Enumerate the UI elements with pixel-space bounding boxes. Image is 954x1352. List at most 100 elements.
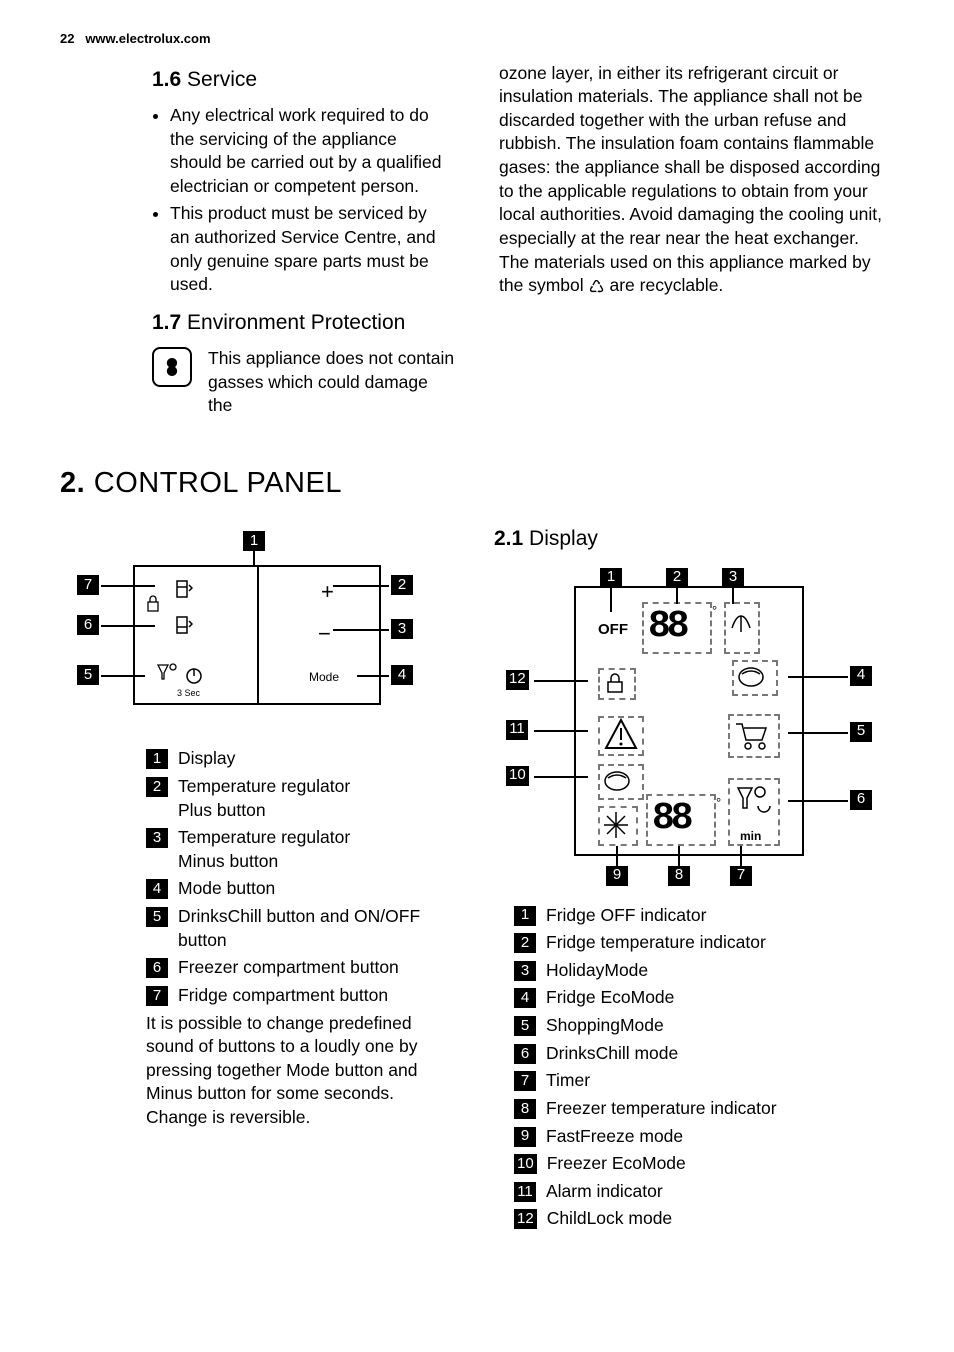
d-leg-1: Fridge OFF indicator [546, 904, 894, 928]
d-callout-7: 7 [730, 866, 752, 886]
panel-leg-1: Display [178, 747, 450, 771]
env-text-right-post: are recyclable. [605, 275, 724, 295]
env-text-right-pre: ozone layer, in either its refrigerant c… [499, 63, 882, 296]
d-callout-9: 9 [606, 866, 628, 886]
panel-legend: 1Display 2Temperature regulator Plus but… [146, 747, 450, 1007]
display-legend-row: 6DrinksChill mode [514, 1042, 894, 1066]
d-callout-12: 12 [506, 670, 529, 690]
panel-leg-7: Fridge compartment button [178, 984, 450, 1008]
panel-diagram: 1 3 Sec [65, 531, 445, 731]
min-label: min [740, 828, 761, 844]
childlock-icon [602, 670, 628, 703]
d-callout-1: 1 [600, 568, 622, 588]
sectitle-1-7: Environment Protection [187, 311, 405, 334]
display-box: OFF 88 ° [574, 586, 804, 856]
panel-leg-6: Freezer compartment button [178, 956, 450, 980]
mode-label: Mode [309, 669, 339, 685]
panel-leg-2: Temperature regulator Plus button [178, 775, 450, 822]
lock-icon-small [145, 593, 161, 619]
panel-legend-row: 5DrinksChill button and ON/OFF button [146, 905, 450, 952]
callout-2: 2 [391, 575, 413, 595]
freezer-icon [171, 615, 193, 643]
panel-legend-row: 3Temperature regulator Minus button [146, 826, 450, 873]
d-callout-2: 2 [666, 568, 688, 588]
service-bullet-2: This product must be serviced by an auth… [170, 202, 455, 297]
display-legend-row: 8Freezer temperature indicator [514, 1097, 894, 1121]
plus-symbol: + [321, 577, 334, 607]
d-callout-10: 10 [506, 766, 529, 786]
display-diagram: OFF 88 ° [494, 568, 894, 888]
panel-legend-row: 4Mode button [146, 877, 450, 901]
d-leg-7: Timer [546, 1069, 894, 1093]
drinkschill-icon [155, 661, 181, 689]
env-text-right: ozone layer, in either its refrigerant c… [499, 62, 894, 300]
drinkschill-mode-icon [732, 782, 772, 825]
alarm-icon [602, 716, 640, 759]
panel-legend-row: 2Temperature regulator Plus button [146, 775, 450, 822]
display-legend: 1Fridge OFF indicator 2Fridge temperatur… [514, 904, 894, 1232]
panel-legend-row: 1Display [146, 747, 450, 771]
callout-5: 5 [77, 665, 99, 685]
heading-1-6: 1.6 Service [152, 66, 455, 94]
heading-1-7: 1.7 Environment Protection [152, 309, 455, 337]
secnum-1-6: 1.6 [152, 68, 181, 91]
shopping-icon [732, 718, 772, 759]
panel-legend-row: 6Freezer compartment button [146, 956, 450, 980]
freezer-eco-icon [602, 766, 636, 803]
d-callout-11: 11 [506, 720, 528, 740]
freezer-temp-seg: 88 [652, 793, 690, 844]
page-number: 22 [60, 31, 74, 46]
d-leg-6: DrinksChill mode [546, 1042, 894, 1066]
d-leg-11: Alarm indicator [546, 1180, 894, 1204]
env-text-left: This appliance does not contain gasses w… [208, 347, 455, 418]
callout-3: 3 [391, 619, 413, 639]
panel-leg-3: Temperature regulator Minus button [178, 826, 450, 873]
display-legend-row: 5ShoppingMode [514, 1014, 894, 1038]
d-leg-5: ShoppingMode [546, 1014, 894, 1038]
secnum-2: 2. [60, 467, 85, 499]
secnum-2-1: 2.1 [494, 527, 523, 550]
upper-columns: 1.6 Service Any electrical work required… [60, 62, 894, 419]
three-sec-label: 3 Sec [177, 687, 200, 699]
d-leg-8: Freezer temperature indicator [546, 1097, 894, 1121]
d-leg-2: Fridge temperature indicator [546, 931, 894, 955]
header-url: www.electrolux.com [85, 31, 210, 46]
service-bullet-1: Any electrical work required to do the s… [170, 104, 455, 199]
fastfreeze-icon [600, 810, 632, 847]
upper-col-left: 1.6 Service Any electrical work required… [60, 62, 455, 419]
off-label: OFF [598, 620, 628, 640]
lower-columns: 1 3 Sec [60, 525, 894, 1235]
display-legend-row: 12ChildLock mode [514, 1207, 894, 1231]
heading-2: 2. CONTROL PANEL [60, 464, 894, 503]
d-leg-9: FastFreeze mode [546, 1125, 894, 1149]
d-callout-4: 4 [850, 666, 872, 686]
fridge-temp-seg: 88 [648, 601, 686, 652]
secnum-1-7: 1.7 [152, 311, 181, 334]
d-callout-8: 8 [668, 866, 690, 886]
env-row: This appliance does not contain gasses w… [152, 347, 455, 418]
display-legend-row: 4Fridge EcoMode [514, 986, 894, 1010]
d-leg-12: ChildLock mode [547, 1207, 894, 1231]
d-leg-4: Fridge EcoMode [546, 986, 894, 1010]
d-callout-5: 5 [850, 722, 872, 742]
display-legend-row: 11Alarm indicator [514, 1180, 894, 1204]
heading-2-1: 2.1 Display [494, 525, 894, 553]
d-leg-10: Freezer EcoMode [547, 1152, 894, 1176]
callout-1: 1 [243, 531, 265, 551]
panel-divider [257, 567, 259, 703]
d-callout-6: 6 [850, 790, 872, 810]
fridge-icon [171, 579, 193, 607]
fridge-eco-icon [736, 662, 770, 699]
panel-note: It is possible to change predefined soun… [146, 1012, 450, 1130]
sectitle-1-6: Service [187, 68, 257, 91]
callout-7: 7 [77, 575, 99, 595]
display-legend-row: 2Fridge temperature indicator [514, 931, 894, 955]
degree-icon: ° [712, 602, 717, 620]
callout-4: 4 [391, 665, 413, 685]
panel-leg-5: DrinksChill button and ON/OFF button [178, 905, 450, 952]
panel-leg-4: Mode button [178, 877, 450, 901]
display-legend-row: 7Timer [514, 1069, 894, 1093]
page-header: 22 www.electrolux.com [60, 30, 894, 48]
service-bullets: Any electrical work required to do the s… [60, 104, 455, 297]
d-callout-3: 3 [722, 568, 744, 588]
